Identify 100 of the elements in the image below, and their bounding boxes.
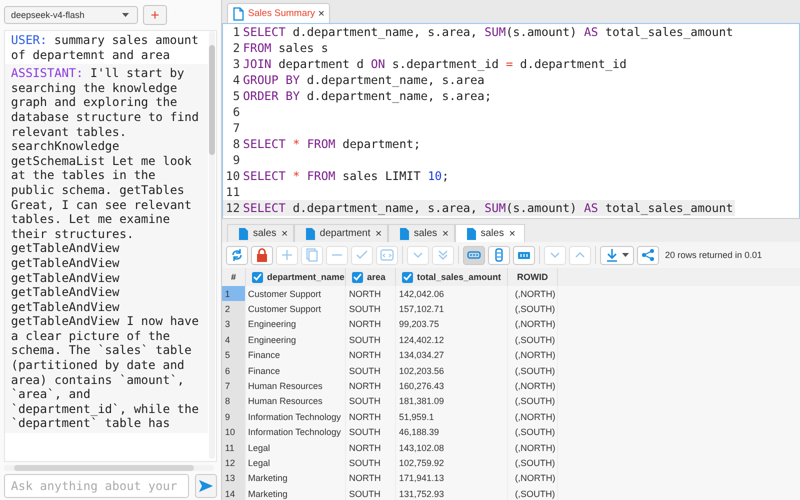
download-icon [605, 248, 619, 262]
chat-message: ASSISTANT: I'll start by searching the knowledge graph and exploring the database structure to find relevant tables. searchKnowledge getSchemaList Let me look at the tables in the public schema. getTables Great, I can see relevant tables. Let me examine their structures. getTableAndView getTableAndView getTableAndView getTableAndView getTableAndView getTableAndView I now have a clear picture of the schema. The `sales` table (partitioned by date and area) contains `amount`, `area`, and `department_id`, while the `department` table has [5, 64, 208, 434]
row-number[interactable]: 7 [222, 378, 246, 394]
table-cell: SOUTH [346, 362, 396, 378]
table-cell: 181,381.09 [396, 394, 508, 410]
close-button[interactable]: × [442, 228, 449, 240]
table-cell: 143,102.08 [396, 440, 508, 456]
code-line: JOIN department d ON s.department_id = d.department_id [243, 56, 627, 72]
row-number[interactable]: 10 [222, 424, 246, 440]
row-number[interactable]: 2 [222, 301, 246, 317]
column-checkbox[interactable] [402, 272, 413, 282]
caret-icon [122, 13, 129, 17]
row-number[interactable]: 14 [222, 486, 246, 500]
table-cell: (,SOUTH) [508, 394, 558, 410]
checkmark-icon [253, 273, 262, 281]
close-button[interactable]: × [281, 228, 288, 240]
line-number: 9 [232, 152, 241, 168]
table-cell: (,SOUTH) [508, 455, 558, 471]
row-number[interactable]: 13 [222, 470, 246, 486]
table-cell: (,NORTH) [508, 409, 558, 425]
close-button[interactable]: × [508, 228, 516, 240]
line-number: 2 [232, 40, 241, 56]
line-number: 7 [232, 120, 241, 136]
model-dropdown[interactable]: deepseek-v4-flash [4, 6, 138, 24]
line-number: 11 [224, 184, 241, 200]
table-cell: 99,203.75 [396, 316, 508, 332]
row-number[interactable]: 6 [222, 362, 246, 378]
result-tab[interactable]: sales × [388, 224, 455, 242]
document-icon [398, 226, 409, 240]
document-icon [464, 226, 476, 240]
checkmark-icon [403, 273, 412, 281]
table-cell: NORTH [346, 470, 396, 486]
code-icon [380, 248, 394, 262]
table-cell: 157,102.71 [396, 301, 508, 317]
line-number: 1 [232, 24, 241, 40]
table-cell: SOUTH [346, 332, 396, 348]
table-cell: Information Technology [246, 424, 346, 440]
column-header[interactable]: area [346, 268, 396, 286]
row-number[interactable]: 9 [222, 409, 246, 425]
table-cell: Engineering [246, 316, 346, 332]
code-line: GROUP BY d.department_name, s.area [243, 72, 484, 88]
result-tab[interactable]: department × [294, 224, 388, 242]
column-header[interactable]: total_sales_amount [396, 268, 508, 286]
close-button[interactable]: × [318, 8, 324, 20]
table-cell: Legal [246, 455, 346, 471]
column-checkbox[interactable] [252, 272, 263, 282]
download-button[interactable] [600, 246, 634, 264]
table-cell: Information Technology [246, 409, 346, 425]
line-number: 4 [232, 72, 241, 88]
result-tab[interactable]: sales × [227, 224, 294, 242]
add-button[interactable]: + [143, 5, 167, 25]
line-number: 10 [224, 168, 241, 184]
code-line: FROM sales s [243, 40, 328, 56]
table-cell: NORTH [346, 378, 396, 394]
code-line: ORDER BY d.department_name, s.area; [243, 88, 492, 104]
table-cell: (,SOUTH) [508, 301, 558, 317]
table-cell: Human Resources [246, 394, 346, 410]
send-button[interactable] [195, 474, 217, 498]
row-number[interactable]: 5 [222, 348, 246, 363]
line-number: 8 [232, 136, 241, 152]
row-number[interactable]: 11 [222, 440, 246, 456]
result-tab[interactable]: sales × [454, 224, 526, 242]
caret-icon [622, 253, 629, 257]
refresh-icon [230, 248, 244, 262]
line-number: 3 [232, 56, 241, 72]
row-number[interactable]: 8 [222, 394, 246, 410]
document-icon [237, 226, 248, 240]
table-cell: Marketing [246, 486, 346, 500]
table-cell: Finance [246, 348, 346, 363]
column-checkbox[interactable] [352, 272, 363, 282]
record-view-button[interactable] [488, 246, 510, 264]
refresh-button[interactable] [226, 246, 248, 264]
table-cell: 124,402.12 [396, 332, 508, 348]
lock-button[interactable] [251, 246, 273, 264]
plus-icon [280, 248, 294, 262]
editor-tab[interactable]: Sales Summary × [227, 3, 330, 23]
row-number[interactable]: 3 [222, 316, 246, 332]
code-line: SELECT * FROM department; [243, 136, 421, 152]
column-header[interactable]: department_name [246, 268, 346, 286]
grid-view-button[interactable] [463, 246, 485, 264]
row-number[interactable]: 12 [222, 455, 246, 471]
table-cell: 131,752.93 [396, 486, 508, 500]
chat-input[interactable]: Ask anything about your [4, 474, 190, 498]
table-cell: (,SOUTH) [508, 486, 558, 500]
document-icon [304, 226, 315, 240]
table-cell: Marketing [246, 470, 346, 486]
table-cell: (,SOUTH) [508, 362, 558, 378]
row-number[interactable]: 1 [222, 286, 246, 302]
share-button[interactable] [637, 246, 659, 264]
table-cell: SOUTH [346, 486, 396, 500]
table-cell: NORTH [346, 440, 396, 456]
table-cell: Human Resources [246, 378, 346, 394]
row-number[interactable]: 4 [222, 332, 246, 348]
column-header[interactable]: ROWID [508, 268, 558, 286]
table-cell: Customer Support [246, 301, 346, 317]
table-cell: (,NORTH) [508, 348, 558, 363]
close-button[interactable]: × [375, 228, 382, 240]
table-cell: SOUTH [346, 424, 396, 440]
text-view-button[interactable] [513, 246, 535, 264]
lock-icon [255, 248, 269, 262]
